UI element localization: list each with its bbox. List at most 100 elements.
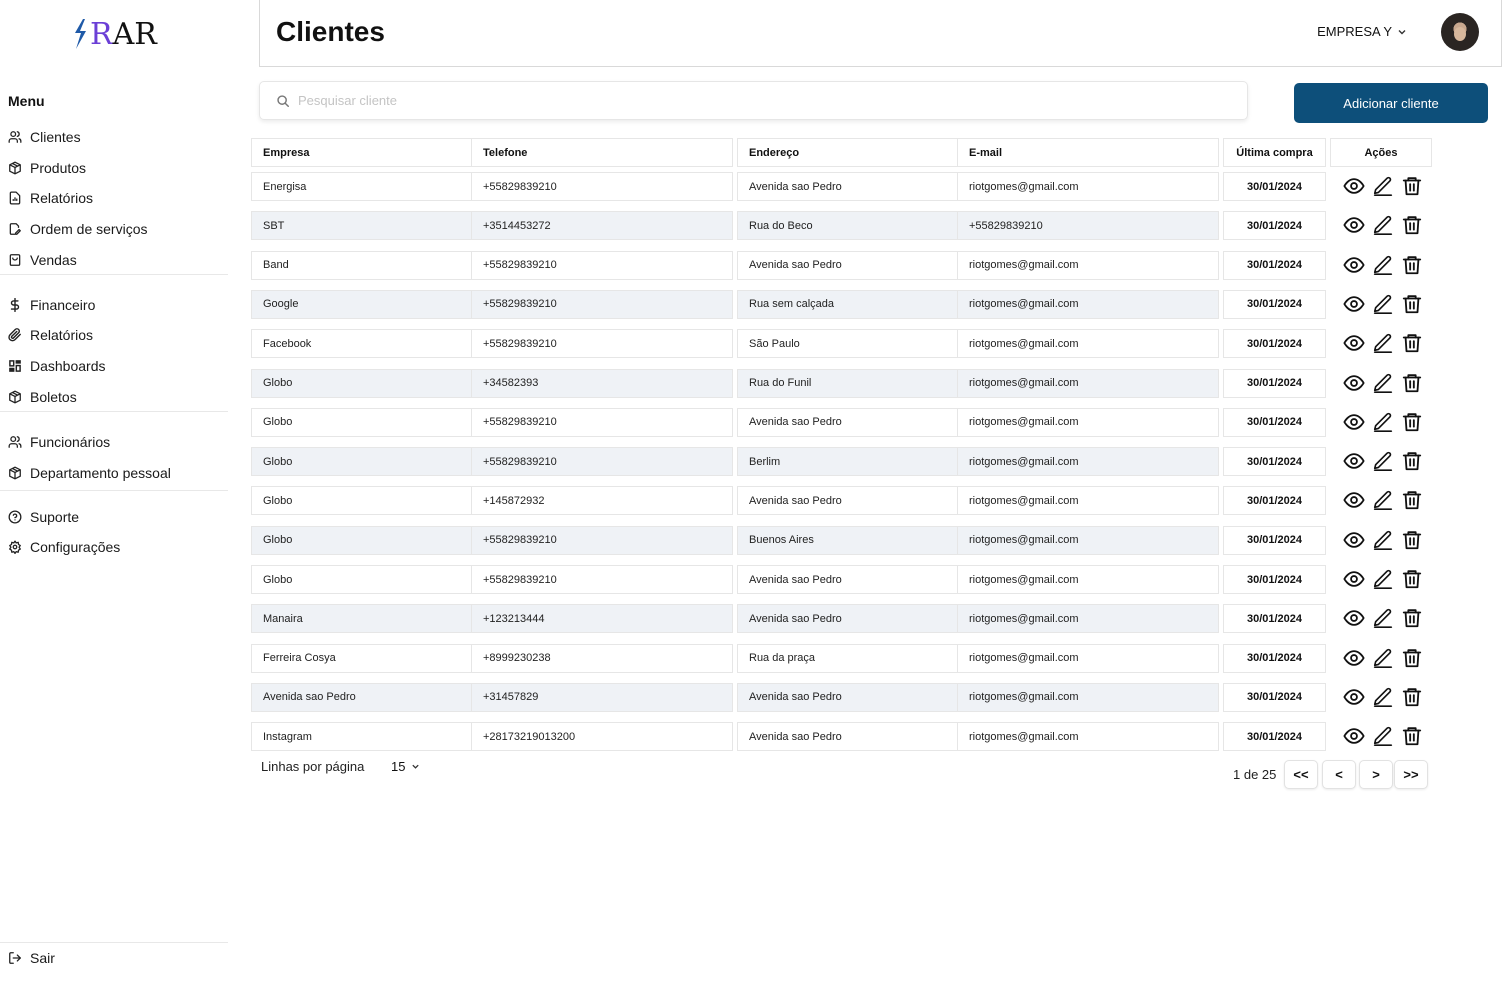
table-row[interactable]: Instagram +28173219013200 Avenida sao Pedr… [0,722,1440,752]
trash-icon[interactable] [1400,646,1424,670]
cell-ultima-compra: 30/01/2024 [1223,407,1326,437]
table-row[interactable]: Energisa +55829839210 Avenida sao Pedro rio… [0,172,1440,201]
cell-empresa: Energisa [251,172,472,201]
eye-icon[interactable] [1342,567,1366,591]
cell-empresa: Avenida sao Pedro [251,682,472,712]
pencil-icon[interactable] [1371,685,1395,709]
eye-icon[interactable] [1342,488,1366,512]
pencil-icon[interactable] [1371,724,1395,748]
company-select[interactable]: EMPRESA Y [1317,24,1407,39]
pencil-icon[interactable] [1371,567,1395,591]
cell-telefone: +55829839210 [471,250,733,280]
cell-email: +55829839210 [957,211,1219,241]
table-header: Empresa Telefone Endereço E-mail Última … [0,138,1440,167]
cell-ultima-compra: 30/01/2024 [1223,250,1326,280]
table-row[interactable]: Globo +55829839210 Berlim riotgomes@gmail.c… [0,447,1440,477]
pencil-icon[interactable] [1371,528,1395,552]
table-row[interactable]: Globo +55829839210 Avenida sao Pedro riotgo… [0,407,1440,437]
trash-icon[interactable] [1400,606,1424,630]
cell-ultima-compra: 30/01/2024 [1223,565,1326,594]
trash-icon[interactable] [1400,410,1424,434]
eye-icon[interactable] [1342,724,1366,748]
search-input[interactable] [298,93,1198,108]
table-row[interactable]: Ferreira Cosya +8999230238 Rua da praça rio… [0,643,1440,673]
first-page-button[interactable]: << [1284,760,1318,789]
cell-endereco: Berlim [737,447,958,477]
trash-icon[interactable] [1400,528,1424,552]
trash-icon[interactable] [1400,331,1424,355]
rows-per-page-label: Linhas por página [261,759,365,774]
eye-icon[interactable] [1342,253,1366,277]
cell-telefone: +8999230238 [471,643,733,673]
eye-icon[interactable] [1342,410,1366,434]
pencil-icon[interactable] [1371,213,1395,237]
search-bar [259,81,1248,120]
cell-telefone: +145872932 [471,486,733,516]
table-row[interactable]: Facebook +55829839210 São Paulo riotgomes@g… [0,329,1440,359]
pencil-icon[interactable] [1371,410,1395,434]
trash-icon[interactable] [1400,449,1424,473]
logout-button[interactable]: Sair [8,947,55,969]
eye-icon[interactable] [1342,606,1366,630]
table-row[interactable]: SBT +3514453272 Rua do Beco +55829839210 30/… [0,211,1440,241]
pencil-icon[interactable] [1371,331,1395,355]
column-header-endereco[interactable]: Endereço [737,138,958,167]
cell-telefone: +34582393 [471,368,733,398]
prev-page-button[interactable]: < [1322,760,1356,789]
avatar[interactable] [1441,13,1479,51]
eye-icon[interactable] [1342,646,1366,670]
company-name: EMPRESA Y [1317,24,1392,39]
table-row[interactable]: Band +55829839210 Avenida sao Pedro riotgom… [0,250,1440,280]
eye-icon[interactable] [1342,292,1366,316]
cell-email: riotgomes@gmail.com [957,682,1219,712]
cell-telefone: +55829839210 [471,407,733,437]
column-header-empresa[interactable]: Empresa [251,138,472,167]
pencil-icon[interactable] [1371,292,1395,316]
trash-icon[interactable] [1400,253,1424,277]
eye-icon[interactable] [1342,331,1366,355]
table-row[interactable]: Globo +145872932 Avenida sao Pedro riotgome… [0,486,1440,516]
column-header-email[interactable]: E-mail [957,138,1219,167]
table-row[interactable]: Globo +55829839210 Avenida sao Pedro riotgo… [0,565,1440,594]
cell-ultima-compra: 30/01/2024 [1223,368,1326,398]
eye-icon[interactable] [1342,449,1366,473]
table-row[interactable]: Avenida sao Pedro +31457829 Avenida sao Pe… [0,682,1440,712]
pencil-icon[interactable] [1371,606,1395,630]
cell-ultima-compra: 30/01/2024 [1223,289,1326,319]
add-client-button[interactable]: Adicionar cliente [1294,83,1488,123]
eye-icon[interactable] [1342,528,1366,552]
eye-icon[interactable] [1342,213,1366,237]
eye-icon[interactable] [1342,174,1366,198]
page-title: Clientes [276,16,385,47]
cell-email: riotgomes@gmail.com [957,368,1219,398]
trash-icon[interactable] [1400,567,1424,591]
eye-icon[interactable] [1342,685,1366,709]
trash-icon[interactable] [1400,371,1424,395]
trash-icon[interactable] [1400,488,1424,512]
trash-icon[interactable] [1400,724,1424,748]
column-header-ultima-compra[interactable]: Última compra [1223,138,1326,167]
pencil-icon[interactable] [1371,488,1395,512]
table-row[interactable]: Manaira +123213444 Avenida sao Pedro riotgo… [0,604,1440,634]
trash-icon[interactable] [1400,213,1424,237]
pencil-icon[interactable] [1371,646,1395,670]
next-page-button[interactable]: > [1359,760,1393,789]
pencil-icon[interactable] [1371,449,1395,473]
trash-icon[interactable] [1400,174,1424,198]
cell-telefone: +55829839210 [471,525,733,555]
pencil-icon[interactable] [1371,253,1395,277]
trash-icon[interactable] [1400,292,1424,316]
last-page-button[interactable]: >> [1394,760,1428,789]
table-row[interactable]: Globo +34582393 Rua do Funil riotgomes@gmai… [0,368,1440,398]
pencil-icon[interactable] [1371,371,1395,395]
pencil-icon[interactable] [1371,174,1395,198]
trash-icon[interactable] [1400,685,1424,709]
eye-icon[interactable] [1342,371,1366,395]
column-header-telefone[interactable]: Telefone [471,138,733,167]
cell-email: riotgomes@gmail.com [957,525,1219,555]
table-row[interactable]: Globo +55829839210 Buenos Aires riotgomes@g… [0,525,1440,555]
cell-endereco: Avenida sao Pedro [737,486,958,516]
table-row[interactable]: Google +55829839210 Rua sem calçada riotgom… [0,289,1440,319]
rows-per-page-select[interactable]: 15 [391,759,420,774]
cell-telefone: +55829839210 [471,289,733,319]
